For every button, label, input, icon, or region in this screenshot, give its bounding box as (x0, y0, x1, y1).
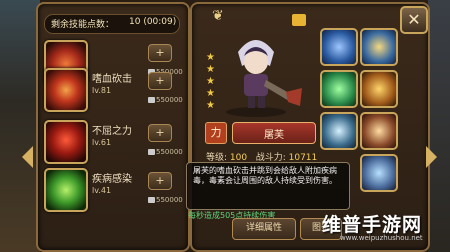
background-left (0, 0, 40, 252)
skill-points-label: 剩余技能点数： (51, 20, 115, 30)
skill-icon-1 (44, 68, 88, 112)
close-button[interactable]: ✕ (400, 6, 428, 34)
upgrade-button-1[interactable]: + (148, 72, 172, 90)
hero-slot-2[interactable] (320, 70, 358, 108)
hero-portrait (226, 40, 302, 117)
skill-level-3: lv.41 (92, 186, 112, 195)
hero-slot-4[interactable] (320, 112, 358, 150)
skill-cost-2: 550000 (148, 148, 183, 156)
hero-slot-3[interactable] (360, 70, 398, 108)
hero-name: 屠芙 (264, 130, 284, 141)
strength-tag: 力 (205, 122, 227, 144)
upgrade-button-0[interactable]: + (148, 44, 172, 62)
tooltip-description: 屠芙的嗜血砍击并跳到会给敌人附加疾病毒，毒素会让周围的敌人持续受到伤害。 (193, 166, 337, 185)
skill-level-1: lv.81 (92, 86, 112, 95)
coin-icon (148, 97, 155, 103)
hero-slot-5[interactable] (360, 112, 398, 150)
skill-icon-2 (44, 120, 88, 164)
skill-name-2: 不屈之力 (92, 126, 132, 137)
previous-arrow-icon[interactable] (22, 146, 33, 168)
skill-name-3: 疾病感染 (92, 174, 132, 185)
skill-points-bar: 剩余技能点数： 10 (00:09) (44, 14, 180, 34)
upgrade-button-3[interactable]: + (148, 172, 172, 190)
watermark: 维普手游网 (322, 214, 423, 236)
skill-row-1[interactable]: 嗜血砍击 lv.81 + 550000 (44, 66, 183, 116)
hero-slot-6[interactable] (360, 154, 398, 192)
watermark-url: www.weipuzhushou.net (340, 234, 423, 242)
skill-cost-1: 550000 (148, 96, 183, 104)
hero-name-plate: 屠芙 (232, 122, 316, 144)
detail-attributes-button[interactable]: 详细属性 (232, 218, 296, 240)
hero-slot-0[interactable] (320, 28, 358, 66)
skill-points-value: 10 (00:09) (129, 17, 177, 27)
coin-icon (148, 149, 155, 155)
skill-name-1: 嗜血砍击 (92, 74, 132, 85)
hero-slot-1[interactable] (360, 28, 398, 66)
upgrade-button-2[interactable]: + (148, 124, 172, 142)
coin-icon (148, 197, 155, 203)
skill-icon-3 (44, 168, 88, 212)
skill-cost-3: 550000 (148, 196, 183, 204)
skill-row-2[interactable]: 不屈之力 lv.61 + 550000 (44, 118, 183, 168)
skill-row-3[interactable]: 疾病感染 lv.41 + 550000 (44, 166, 183, 216)
skill-tooltip: 屠芙的嗜血砍击并跳到会给敌人附加疾病毒，毒素会让周围的敌人持续受到伤害。 (186, 162, 350, 210)
next-arrow-icon[interactable] (426, 146, 437, 168)
skill-level-2: lv.61 (92, 138, 112, 147)
background-right (428, 0, 450, 252)
